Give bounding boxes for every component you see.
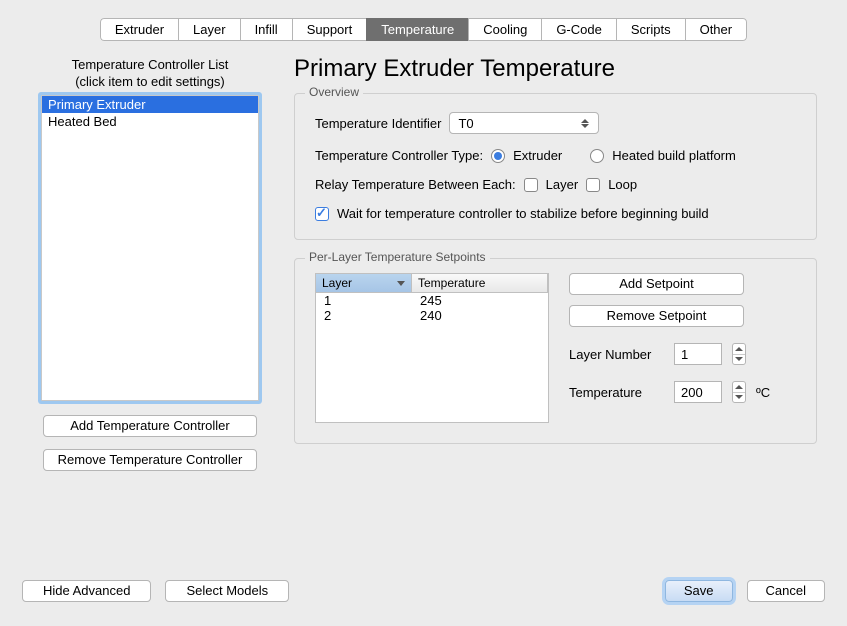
cell-layer: 1 (316, 293, 412, 308)
layer-number-input[interactable]: 1 (674, 343, 722, 365)
checkbox-relay-layer[interactable] (524, 178, 538, 192)
list-item-heated-bed[interactable]: Heated Bed (42, 113, 258, 130)
setpoints-group: Per-Layer Temperature Setpoints Layer Te… (294, 258, 817, 444)
cell-layer: 2 (316, 308, 412, 323)
settings-window: { "tabs": ["Extruder", "Layer", "Infill"… (0, 0, 847, 626)
sort-desc-icon (397, 281, 405, 286)
temperature-identifier-value: T0 (458, 116, 473, 131)
radio-extruder[interactable] (491, 149, 505, 163)
controller-list-panel: Temperature Controller List (click item … (30, 51, 270, 471)
controller-type-label: Temperature Controller Type: (315, 148, 483, 163)
stepper-down-icon[interactable] (733, 393, 745, 403)
stepper-down-icon[interactable] (733, 355, 745, 365)
checkbox-relay-loop-label: Loop (608, 177, 637, 192)
radio-heated-platform-label: Heated build platform (612, 148, 736, 163)
add-controller-button[interactable]: Add Temperature Controller (43, 415, 257, 437)
tab-support[interactable]: Support (292, 18, 367, 41)
tab-temperature[interactable]: Temperature (366, 18, 468, 41)
controller-list-title: Temperature Controller List (click item … (72, 57, 229, 91)
checkbox-wait-stabilize[interactable] (315, 207, 329, 221)
temperature-identifier-label: Temperature Identifier (315, 116, 441, 131)
select-stepper-icon (581, 115, 595, 131)
tab-gcode[interactable]: G-Code (541, 18, 616, 41)
save-button[interactable]: Save (665, 580, 733, 602)
tab-cooling[interactable]: Cooling (468, 18, 541, 41)
add-setpoint-button[interactable]: Add Setpoint (569, 273, 744, 295)
checkbox-relay-layer-label: Layer (546, 177, 579, 192)
tab-other[interactable]: Other (685, 18, 748, 41)
remove-setpoint-button[interactable]: Remove Setpoint (569, 305, 744, 327)
stepper-up-icon[interactable] (733, 382, 745, 393)
remove-controller-button[interactable]: Remove Temperature Controller (43, 449, 257, 471)
tab-scripts[interactable]: Scripts (616, 18, 685, 41)
hide-advanced-button[interactable]: Hide Advanced (22, 580, 151, 602)
tab-infill[interactable]: Infill (240, 18, 292, 41)
checkbox-wait-stabilize-label: Wait for temperature controller to stabi… (337, 206, 709, 221)
overview-group-title: Overview (305, 85, 363, 99)
layer-number-label: Layer Number (569, 347, 664, 362)
tab-layer[interactable]: Layer (178, 18, 240, 41)
list-item-primary-extruder[interactable]: Primary Extruder (42, 96, 258, 113)
checkbox-relay-loop[interactable] (586, 178, 600, 192)
relay-label: Relay Temperature Between Each: (315, 177, 516, 192)
cell-temp: 240 (412, 308, 548, 323)
setpoints-table[interactable]: Layer Temperature 1 245 2 240 (315, 273, 549, 423)
controller-list-title-line2: (click item to edit settings) (75, 74, 225, 89)
layer-number-value: 1 (681, 347, 688, 362)
overview-group: Overview Temperature Identifier T0 Tempe… (294, 93, 817, 240)
radio-heated-platform[interactable] (590, 149, 604, 163)
radio-extruder-label: Extruder (513, 148, 562, 163)
settings-detail: Primary Extruder Temperature Overview Te… (294, 51, 817, 471)
col-header-layer[interactable]: Layer (316, 274, 412, 292)
setpoints-header: Layer Temperature (316, 274, 548, 293)
controller-listbox[interactable]: Primary Extruder Heated Bed (41, 95, 259, 401)
temperature-stepper[interactable] (732, 381, 746, 403)
temperature-identifier-select[interactable]: T0 (449, 112, 599, 134)
col-header-layer-text: Layer (322, 276, 352, 290)
table-row[interactable]: 2 240 (316, 308, 548, 323)
tab-strip: Extruder Layer Infill Support Temperatur… (100, 18, 747, 41)
table-row[interactable]: 1 245 (316, 293, 548, 308)
layer-number-stepper[interactable] (732, 343, 746, 365)
page-title: Primary Extruder Temperature (294, 55, 817, 83)
temperature-label: Temperature (569, 385, 664, 400)
tab-bar: Extruder Layer Infill Support Temperatur… (0, 0, 847, 41)
cancel-button[interactable]: Cancel (747, 580, 825, 602)
select-models-button[interactable]: Select Models (165, 580, 289, 602)
temperature-value: 200 (681, 385, 703, 400)
cell-temp: 245 (412, 293, 548, 308)
stepper-up-icon[interactable] (733, 344, 745, 355)
tab-extruder[interactable]: Extruder (100, 18, 178, 41)
controller-list-title-line1: Temperature Controller List (72, 57, 229, 72)
setpoint-controls: Add Setpoint Remove Setpoint Layer Numbe… (569, 273, 796, 423)
setpoints-group-title: Per-Layer Temperature Setpoints (305, 250, 490, 264)
temperature-input[interactable]: 200 (674, 381, 722, 403)
temperature-unit: ºC (756, 385, 770, 400)
col-header-temp-text: Temperature (418, 276, 485, 290)
col-header-temperature[interactable]: Temperature (412, 274, 548, 292)
footer: Hide Advanced Select Models Save Cancel (0, 580, 847, 602)
